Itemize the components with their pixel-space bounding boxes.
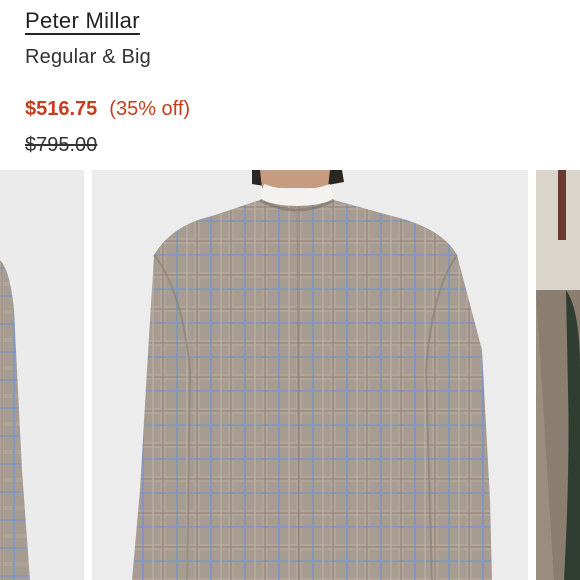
- jacket-side-image: [0, 260, 30, 580]
- price-row: $516.75 (35% off): [25, 98, 190, 121]
- fit-label: Regular & Big: [25, 46, 151, 68]
- jacket-lifestyle-image: [536, 170, 580, 580]
- discount-percent: (35% off): [109, 98, 191, 120]
- gallery-image-main[interactable]: [92, 170, 528, 580]
- jacket-back-image: [132, 170, 492, 580]
- gallery-image-next[interactable]: [536, 170, 580, 580]
- original-price: $795.00: [25, 134, 98, 156]
- sale-price: $516.75: [25, 98, 98, 120]
- image-gallery[interactable]: [0, 170, 580, 580]
- brand-link[interactable]: Peter Millar: [25, 8, 140, 34]
- gallery-image-prev[interactable]: [0, 170, 84, 580]
